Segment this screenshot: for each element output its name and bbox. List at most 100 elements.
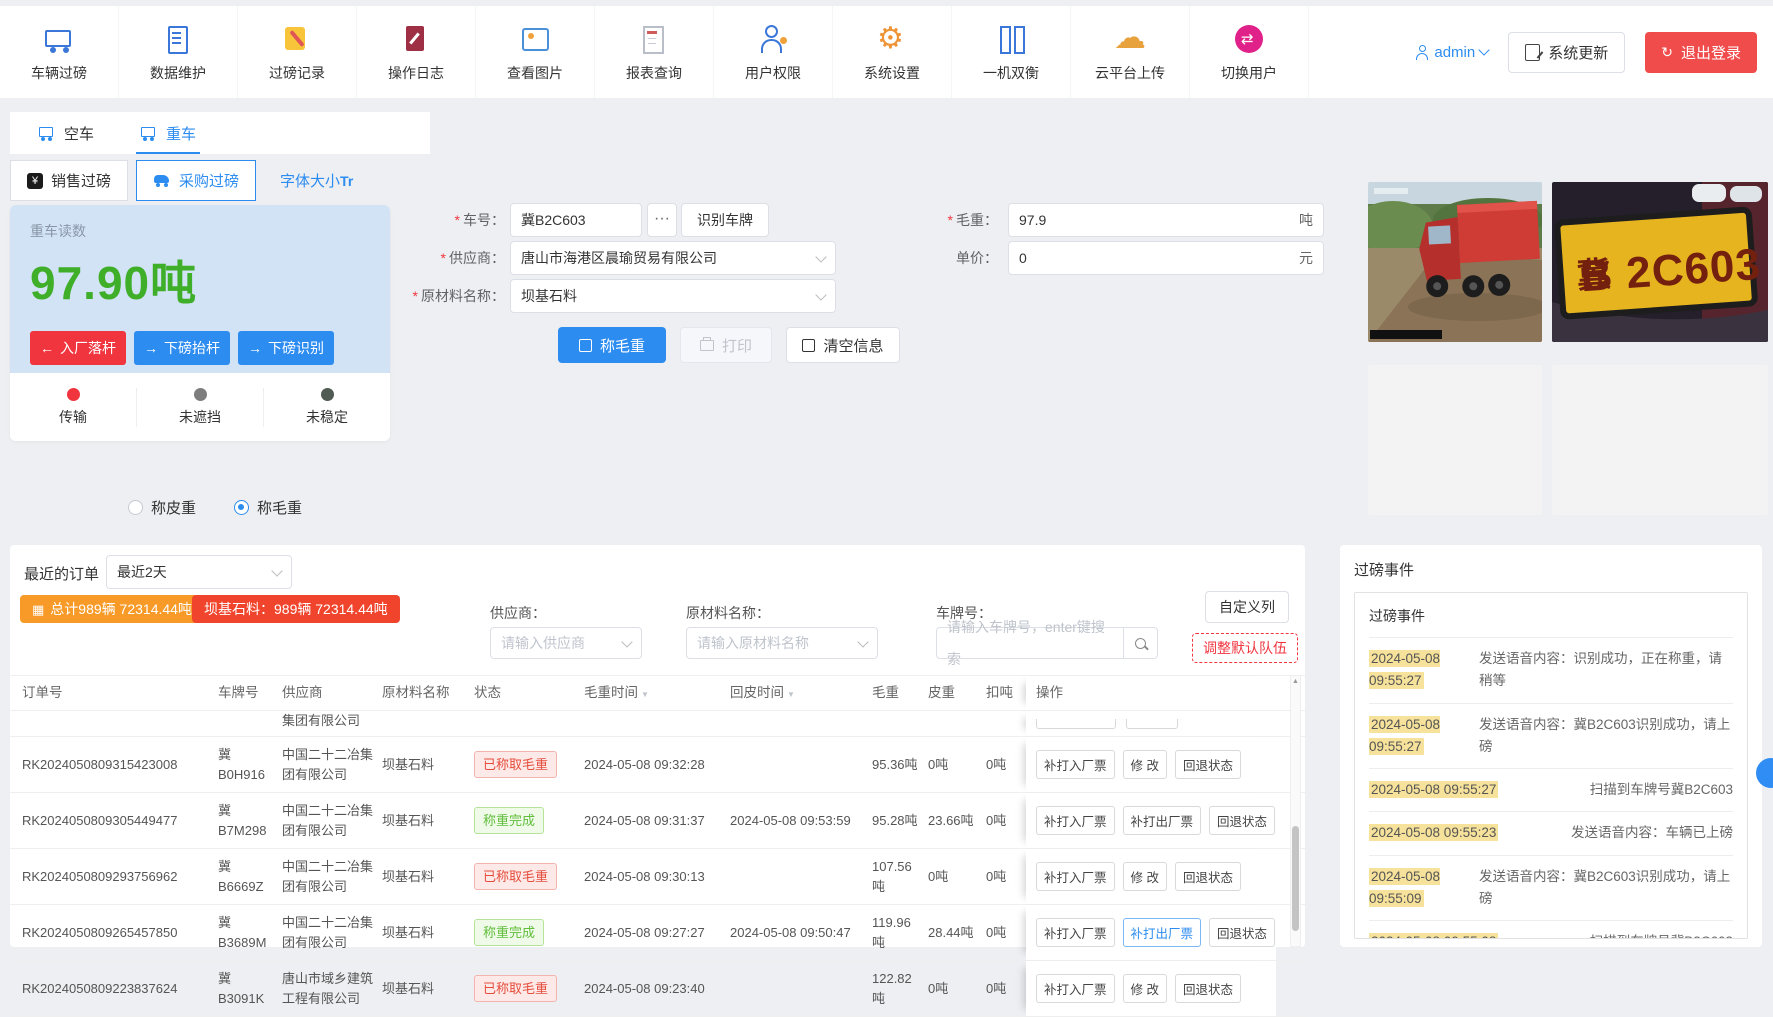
truck-icon xyxy=(38,125,56,141)
plate-input[interactable]: 冀B2C603 xyxy=(510,203,642,237)
event-time: 2024-05-08 09:55:08 xyxy=(1369,931,1499,938)
cell-material: 坝基石料 xyxy=(382,868,435,884)
table-scrollbar[interactable]: ▲ xyxy=(1290,675,1301,947)
modify-or-exit-ticket-button[interactable]: 修 改 xyxy=(1122,862,1167,891)
reading-label: 重车读数 xyxy=(30,223,86,239)
toolbar-item[interactable]: 操作日志 xyxy=(357,6,476,98)
reprint-entry-ticket-button[interactable]: 补打入厂票 xyxy=(1036,974,1115,1003)
filter-material-select[interactable]: 请输入原材料名称 xyxy=(686,627,878,659)
car-icon xyxy=(153,174,171,188)
toolbar-item[interactable]: 用户权限 xyxy=(714,6,833,98)
tab-heavy-truck[interactable]: 重车 xyxy=(136,112,201,154)
cell-order: RK2024050809305449477 xyxy=(22,812,178,828)
modify-or-exit-ticket-button[interactable]: 修 改 xyxy=(1122,750,1167,779)
price-input[interactable]: 0元 xyxy=(1008,241,1324,275)
col-order: 订单号 xyxy=(22,684,63,700)
filter-plate-input[interactable]: 请输入车牌号，enter键搜索 xyxy=(936,619,1124,667)
cell-tare: 28.44吨 xyxy=(928,924,974,940)
modify-or-exit-ticket-button[interactable]: 补打出厂票 xyxy=(1122,806,1202,835)
weigh-icon xyxy=(578,338,592,352)
font-size-link[interactable]: 字体大小Tr xyxy=(280,170,353,191)
rollback-status-button[interactable]: 回退状态 xyxy=(1209,806,1276,835)
cell-deduct: 0吨 xyxy=(986,756,1007,772)
rollback-status-button[interactable]: 回退状态 xyxy=(1175,862,1242,891)
event-row: 2024-05-08 09:55:27 发送语音内容：识别成功，正在称重，请稍等 xyxy=(1369,637,1733,703)
reprint-entry-ticket-button[interactable]: 补打入厂票 xyxy=(1036,918,1115,947)
rollback-status-button[interactable]: 回退状态 xyxy=(1209,918,1276,947)
date-range-select[interactable]: 最近2天 xyxy=(106,555,292,589)
scrollbar-thumb[interactable] xyxy=(1292,826,1299,931)
event-time: 2024-05-08 09:55:09 xyxy=(1369,867,1441,907)
top-toolbar: 车辆过磅 数据维护 过磅记录 操作日志 查看图片 报表查询 用户权限 ⚙ 系统设… xyxy=(0,6,1773,98)
clear-info-button[interactable]: 清空信息 xyxy=(786,327,900,363)
reprint-entry-ticket-button[interactable]: 补打入厂票 xyxy=(1036,862,1115,891)
cell-deduct: 0吨 xyxy=(986,812,1007,828)
recognize-plate-button[interactable]: 识别车牌 xyxy=(681,203,769,237)
toolbar-item[interactable]: 查看图片 xyxy=(476,6,595,98)
sort-caret-icon: ▼ xyxy=(787,689,795,699)
cell-tare: 0吨 xyxy=(928,756,949,772)
system-update-button[interactable]: 系统更新 xyxy=(1508,31,1626,73)
adjust-queue-button[interactable]: 调整默认队伍 xyxy=(1192,633,1298,663)
user-menu[interactable]: admin xyxy=(1415,44,1490,61)
toolbar-item[interactable]: 过磅记录 xyxy=(238,6,357,98)
purchase-weigh-button[interactable]: 采购过磅 xyxy=(136,160,257,201)
cell-operations: 补打入厂票 补打出厂票 回退状态 xyxy=(1026,905,1276,960)
cell-gross: 119.96吨 xyxy=(872,915,911,950)
toolbar-item[interactable]: 切换用户 xyxy=(1190,6,1309,98)
plate-more-button[interactable]: ··· xyxy=(647,203,677,237)
filter-supplier-select[interactable]: 请输入供应商 xyxy=(490,627,642,659)
reprint-entry-ticket-button[interactable]: 补打入厂票 xyxy=(1036,806,1115,835)
gate-buttons: ← 入厂落杆 → 下磅抬杆 → 下磅识别 xyxy=(30,331,370,365)
material-select[interactable]: 坝基石料 xyxy=(510,279,836,313)
status-indicator: 未遮挡 xyxy=(136,387,263,427)
col-gross-time-sort[interactable]: 毛重时间 ▼ xyxy=(584,683,730,703)
radio-gross-weight[interactable]: 称毛重 xyxy=(234,497,302,518)
scale-reading-panel: 重车读数 97.90吨 ← 入厂落杆 → 下磅抬杆 → 下磅识别 xyxy=(10,205,390,373)
logout-icon: ↻ xyxy=(1661,44,1673,60)
filter-material-label: 原材料名称： xyxy=(686,605,770,621)
tab-empty-truck[interactable]: 空车 xyxy=(38,112,94,154)
toolbar-item[interactable]: 报表查询 xyxy=(595,6,714,98)
plate-search-button[interactable] xyxy=(1124,627,1158,659)
cell-material: 坝基石料 xyxy=(382,980,435,996)
radio-tare-weight[interactable]: 称皮重 xyxy=(128,497,196,518)
modify-or-exit-ticket-button[interactable]: 修 改 xyxy=(1122,974,1167,1003)
col-tare-time-sort[interactable]: 回皮时间 ▼ xyxy=(730,683,872,703)
toolbar-item[interactable]: 车辆过磅 xyxy=(0,6,119,98)
toolbar-item[interactable]: 一机双衡 xyxy=(952,6,1071,98)
cell-status: 称重完成 xyxy=(474,918,584,947)
cell-tare: 23.66吨 xyxy=(928,812,974,828)
gate-button[interactable]: → 下磅抬杆 xyxy=(134,331,230,365)
toolbar-icon xyxy=(1232,22,1266,56)
event-text: 发送语音内容：识别成功，正在称重，请稍等 xyxy=(1479,651,1722,689)
scroll-up-icon[interactable]: ▲ xyxy=(1291,676,1300,688)
cell-supplier: 中国二十二冶集团有限公司 xyxy=(282,859,374,894)
toolbar-item[interactable]: 云平台上传 xyxy=(1071,6,1190,98)
toolbar-item[interactable]: 系统设置 xyxy=(833,6,952,98)
toolbar-icon xyxy=(280,22,314,56)
gate-button[interactable]: ← 入厂落杆 xyxy=(30,331,126,365)
arrow-icon: → xyxy=(248,340,262,356)
cell-order: RK2024050809315423008 xyxy=(22,756,178,772)
status-indicator: 未稳定 xyxy=(263,387,390,427)
logout-button[interactable]: ↻ 退出登录 xyxy=(1645,31,1757,73)
print-button[interactable]: 打印 xyxy=(680,327,772,363)
search-icon xyxy=(1135,637,1146,649)
table-row: RK2024050809315423008 冀B0H916 中国二十二冶集团有限… xyxy=(10,737,1305,793)
weigh-gross-button[interactable]: 称毛重 xyxy=(558,327,666,363)
reprint-entry-ticket-button[interactable]: 补打入厂票 xyxy=(1036,750,1115,779)
toolbar-item[interactable]: 数据维护 xyxy=(119,6,238,98)
rollback-status-button[interactable]: 回退状态 xyxy=(1175,750,1242,779)
table-row: RK2024050809223837624 冀B3091K 唐山市域乡建筑工程有… xyxy=(10,961,1305,1017)
supplier-select[interactable]: 唐山市海港区晨瑜贸易有限公司 xyxy=(510,241,836,275)
modify-or-exit-ticket-button[interactable]: 补打出厂票 xyxy=(1122,918,1202,947)
gross-input[interactable]: 97.9 吨 xyxy=(1008,203,1324,237)
price-label: 单价： xyxy=(956,250,998,266)
custom-columns-button[interactable]: 自定义列 xyxy=(1205,591,1289,623)
sales-weigh-button[interactable]: ¥ 销售过磅 xyxy=(10,160,129,201)
rollback-status-button[interactable]: 回退状态 xyxy=(1175,974,1242,1003)
orders-table: 订单号 车牌号 供应商 原材料名称 状态 毛重时间 ▼ 回皮时间 ▼ 毛重 皮重 扣… xyxy=(10,675,1305,1017)
photo-placeholder-1 xyxy=(1368,365,1542,515)
gate-button[interactable]: → 下磅识别 xyxy=(238,331,334,365)
